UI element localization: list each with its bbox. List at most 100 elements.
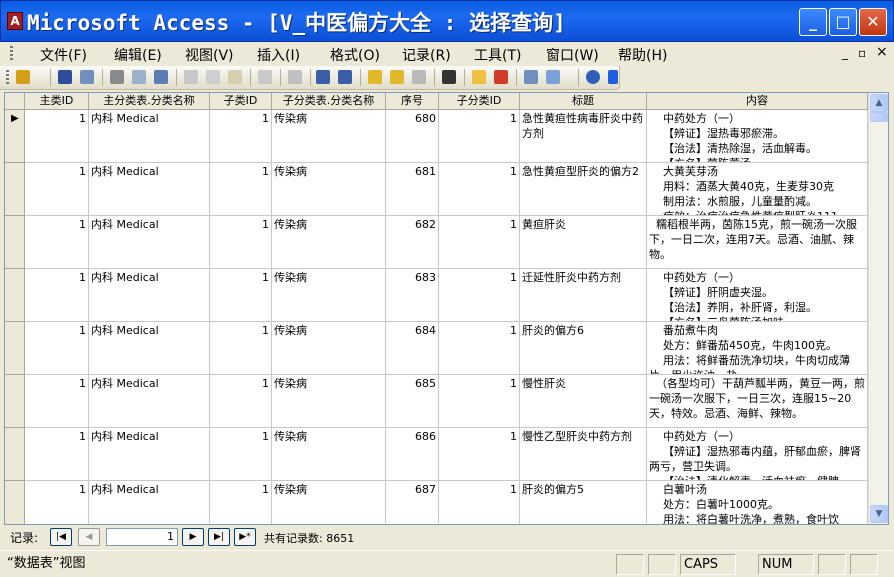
database-window-icon[interactable] (524, 70, 538, 84)
menu-records[interactable]: 记录(R) (402, 45, 451, 65)
last-record-button[interactable]: ▶| (208, 528, 230, 546)
cell-sub-name[interactable]: 传染病 (272, 163, 386, 216)
column-header-seq[interactable]: 序号 (386, 93, 439, 110)
find-icon[interactable] (442, 70, 456, 84)
cell-seq[interactable]: 687 (386, 481, 439, 524)
copy-icon[interactable] (206, 70, 220, 84)
close-button[interactable]: ✕ (859, 8, 887, 36)
scroll-down-button[interactable]: ▼ (870, 505, 888, 523)
toolbar-options-icon[interactable] (608, 70, 618, 84)
paste-icon[interactable] (228, 70, 242, 84)
mdi-close-button[interactable]: × (876, 44, 888, 60)
row-selector[interactable] (5, 428, 25, 481)
cell-sub-name[interactable]: 传染病 (272, 269, 386, 322)
cell-sub-id[interactable]: 1 (210, 110, 272, 163)
column-header-sub-name[interactable]: 子分类表.分类名称 (272, 93, 386, 110)
sort-descending-icon[interactable] (338, 70, 352, 84)
cell-title[interactable]: 迁延性肝炎中药方剂 (520, 269, 647, 322)
cell-main-name[interactable]: 内科 Medical (89, 322, 210, 375)
cell-title[interactable]: 急性黄疸型肝炎的偏方2 (520, 163, 647, 216)
cell-sub-cat-id[interactable]: 1 (439, 163, 520, 216)
column-header-sub-id[interactable]: 子类ID (210, 93, 272, 110)
cell-content[interactable]: 中药处方（一） 【辨证】肝阴虚夹湿。 【治法】养阴，补肝肾，利湿。 【方名】三鸟… (647, 269, 868, 322)
cell-sub-id[interactable]: 1 (210, 322, 272, 375)
cell-main-id[interactable]: 1 (25, 375, 89, 428)
menu-window[interactable]: 窗口(W) (546, 45, 599, 65)
datasheet-grid[interactable]: 主类ID 主分类表.分类名称 子类ID 子分类表.分类名称 序号 子分类ID 标… (4, 92, 889, 525)
cell-sub-name[interactable]: 传染病 (272, 322, 386, 375)
row-selector[interactable] (5, 269, 25, 322)
minimize-button[interactable]: _ (799, 8, 827, 36)
cell-content[interactable]: 白薯叶汤 处方：白薯叶1000克。 用法：将白薯叶洗净，煮熟，食叶饮 (647, 481, 868, 524)
menu-help[interactable]: 帮助(H) (618, 45, 667, 65)
cell-sub-cat-id[interactable]: 1 (439, 110, 520, 163)
cell-sub-id[interactable]: 1 (210, 375, 272, 428)
cell-sub-id[interactable]: 1 (210, 269, 272, 322)
view-design-icon[interactable] (16, 70, 30, 84)
new-record-button[interactable]: ▶* (234, 528, 256, 546)
cell-content[interactable]: 中药处方（一） 【辨证】湿热邪毒内蕴，肝郁血瘀，脾肾两亏，营卫失调。 【治法】清… (647, 428, 868, 481)
apply-filter-icon[interactable] (412, 70, 426, 84)
next-record-button[interactable]: ▶ (182, 528, 204, 546)
menu-view[interactable]: 视图(V) (185, 45, 234, 65)
spelling-icon[interactable] (154, 70, 168, 84)
menu-edit[interactable]: 编辑(E) (114, 45, 162, 65)
cell-main-name[interactable]: 内科 Medical (89, 481, 210, 524)
cell-main-name[interactable]: 内科 Medical (89, 163, 210, 216)
cell-title[interactable]: 急性黄疸性病毒肝炎中药方剂 (520, 110, 647, 163)
cell-sub-cat-id[interactable]: 1 (439, 269, 520, 322)
cell-sub-cat-id[interactable]: 1 (439, 428, 520, 481)
maximize-button[interactable]: □ (829, 8, 857, 36)
menu-tools[interactable]: 工具(T) (474, 45, 521, 65)
column-header-main-id[interactable]: 主类ID (25, 93, 89, 110)
cell-seq[interactable]: 682 (386, 216, 439, 269)
cell-main-id[interactable]: 1 (25, 163, 89, 216)
hyperlink-icon[interactable] (288, 70, 302, 84)
menubar-grip[interactable] (10, 46, 13, 62)
row-selector[interactable] (5, 481, 25, 524)
row-selector[interactable] (5, 216, 25, 269)
column-header-content[interactable]: 内容 (647, 93, 868, 110)
vertical-scrollbar[interactable]: ▲ ▼ (868, 93, 888, 524)
column-header-sub-cat-id[interactable]: 子分类ID (439, 93, 520, 110)
cell-sub-name[interactable]: 传染病 (272, 110, 386, 163)
cut-icon[interactable] (184, 70, 198, 84)
cell-main-name[interactable]: 内科 Medical (89, 375, 210, 428)
new-object-icon[interactable] (546, 70, 560, 84)
cell-sub-cat-id[interactable]: 1 (439, 322, 520, 375)
cell-title[interactable]: 慢性乙型肝炎中药方剂 (520, 428, 647, 481)
undo-icon[interactable] (258, 70, 272, 84)
column-header-main-name[interactable]: 主分类表.分类名称 (89, 93, 210, 110)
sort-ascending-icon[interactable] (316, 70, 330, 84)
column-header-title[interactable]: 标题 (520, 93, 647, 110)
cell-sub-cat-id[interactable]: 1 (439, 481, 520, 524)
cell-content[interactable]: （各型均可）干葫芦瓢半两，黄豆一两，煎一碗汤一次服下，一日三次，连服15~20天… (647, 375, 868, 428)
cell-title[interactable]: 肝炎的偏方6 (520, 322, 647, 375)
cell-sub-name[interactable]: 传染病 (272, 216, 386, 269)
menu-insert[interactable]: 插入(I) (257, 45, 300, 65)
cell-title[interactable]: 肝炎的偏方5 (520, 481, 647, 524)
filter-by-form-icon[interactable] (390, 70, 404, 84)
first-record-button[interactable]: |◀ (50, 528, 72, 546)
title-bar[interactable]: A Microsoft Access - [V_中医偏方大全 : 选择查询] _… (0, 0, 894, 42)
cell-seq[interactable]: 685 (386, 375, 439, 428)
cell-sub-id[interactable]: 1 (210, 428, 272, 481)
new-record-icon[interactable] (472, 70, 486, 84)
row-selector[interactable]: ▶ (5, 110, 25, 163)
cell-seq[interactable]: 684 (386, 322, 439, 375)
cell-main-name[interactable]: 内科 Medical (89, 110, 210, 163)
scroll-up-button[interactable]: ▲ (870, 94, 888, 112)
cell-main-name[interactable]: 内科 Medical (89, 216, 210, 269)
cell-content[interactable]: 中药处方（一） 【辨证】湿热毒邪瘀滞。 【治法】清热除湿，活血解毒。 【方名】茵… (647, 110, 868, 163)
cell-main-id[interactable]: 1 (25, 481, 89, 524)
menu-file[interactable]: 文件(F) (40, 45, 87, 65)
mdi-restore-button[interactable]: ▫ (858, 46, 866, 60)
print-icon[interactable] (110, 70, 124, 84)
cell-main-name[interactable]: 内科 Medical (89, 269, 210, 322)
cell-main-id[interactable]: 1 (25, 322, 89, 375)
cell-sub-cat-id[interactable]: 1 (439, 375, 520, 428)
row-selector[interactable] (5, 163, 25, 216)
search-icon[interactable] (80, 70, 94, 84)
cell-sub-id[interactable]: 1 (210, 481, 272, 524)
select-all-corner[interactable] (5, 93, 25, 110)
